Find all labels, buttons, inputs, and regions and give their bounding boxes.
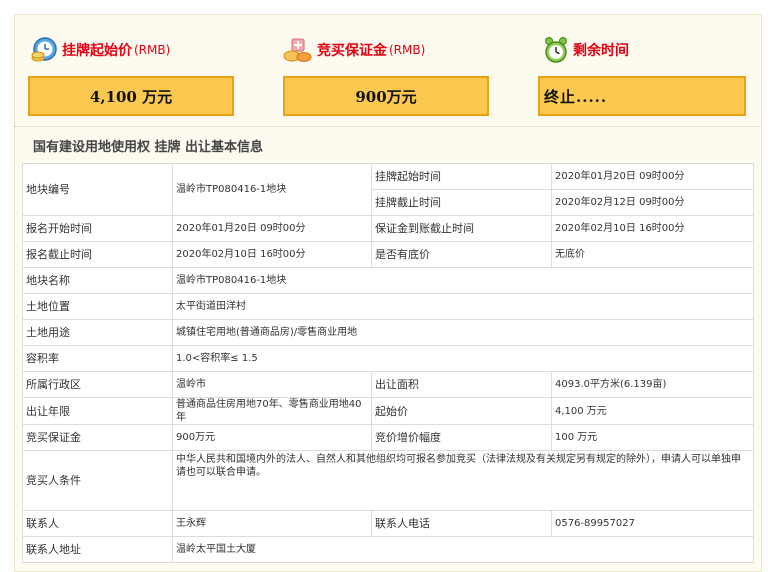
plot-name-label: 地块名称 [22,267,173,294]
money-clock-icon [31,37,57,62]
far-value: 1.0<容积率≤ 1.5 [172,345,754,372]
increment-label: 竞价增价幅度 [371,424,552,451]
table-row: 容积率 1.0<容积率≤ 1.5 [22,345,754,372]
usage-value: 城镇住宅用地(普通商品房)/零售商业用地 [172,319,754,346]
listing-end-label: 挂牌截止时间 [371,189,552,216]
deposit-label: 竞买保证金 [317,43,387,59]
table-row: 联系人 王永辉 联系人电话 0576-89957027 [22,510,754,537]
signup-end-label: 报名截止时间 [22,241,173,268]
info-table: 地块编号 温岭市TP080416-1地块 挂牌起始时间 2020年01月20日 … [22,163,754,563]
section-title: 国有建设用地使用权 挂牌 出让基本信息 [33,140,264,155]
deposit-header: 竞买保证金 (RMB) [283,36,425,64]
deposit-box: 900万元 [283,76,489,116]
contact-value: 王永辉 [172,510,372,537]
term-label: 出让年限 [22,397,173,425]
address-value: 温岭太平国土大厦 [172,536,754,563]
location-value: 太平街道田洋村 [172,293,754,320]
far-label: 容积率 [22,345,173,372]
area-value: 4093.0平方米(6.139亩) [551,371,754,398]
remaining-time-label: 剩余时间 [573,43,629,59]
deposit-row-value: 900万元 [172,424,372,451]
plot-name-value: 温岭市TP080416-1地块 [172,267,754,294]
table-row: 土地用途 城镇住宅用地(普通商品房)/零售商业用地 [22,319,754,346]
address-label: 联系人地址 [22,536,173,563]
condition-value: 中华人民共和国境内外的法人、自然人和其他组织均可报名参加竞买（法律法规及有关规定… [172,450,754,511]
alarm-clock-icon [545,37,567,63]
start-price-value: 4,100 万元 [89,87,173,106]
phone-value: 0576-89957027 [551,510,754,537]
reserve-label: 是否有底价 [371,241,552,268]
start-price-header: 挂牌起始价 (RMB) [30,36,170,64]
deposit-value: 900万元 [355,87,417,106]
table-row: 地块名称 温岭市TP080416-1地块 [22,267,754,294]
deposit-unit: (RMB) [389,43,426,57]
deposit-deadline-label: 保证金到账截止时间 [371,215,552,242]
district-value: 温岭市 [172,371,372,398]
start-price-unit: (RMB) [134,43,171,57]
location-label: 土地位置 [22,293,173,320]
table-row: 所属行政区 温岭市 出让面积 4093.0平方米(6.139亩) [22,371,754,398]
area-label: 出让面积 [371,371,552,398]
table-row: 竞买人条件 中华人民共和国境内外的法人、自然人和其他组织均可报名参加竞买（法律法… [22,450,754,511]
contact-label: 联系人 [22,510,173,537]
table-row: 报名开始时间 2020年01月20日 09时00分 保证金到账截止时间 2020… [22,215,754,242]
increment-value: 100 万元 [551,424,754,451]
listing-start-label: 挂牌起始时间 [371,163,552,190]
start-price-box: 4,100 万元 [28,76,234,116]
table-row: 地块编号 温岭市TP080416-1地块 挂牌起始时间 2020年01月20日 … [22,163,754,216]
start-price-label: 挂牌起始价 [62,43,132,59]
table-row: 土地位置 太平街道田洋村 [22,293,754,320]
divider [14,126,762,127]
deposit-row-label: 竞买保证金 [22,424,173,451]
phone-label: 联系人电话 [371,510,552,537]
plot-no-value: 温岭市TP080416-1地块 [172,163,372,216]
signup-end-value: 2020年02月10日 16时00分 [172,241,372,268]
start-price-row-label: 起始价 [371,397,552,425]
table-row: 报名截止时间 2020年02月10日 16时00分 是否有底价 无底价 [22,241,754,268]
remaining-time-header: 剩余时间 [543,36,629,64]
usage-label: 土地用途 [22,319,173,346]
reserve-value: 无底价 [551,241,754,268]
listing-start-value: 2020年01月20日 09时00分 [551,163,754,190]
signup-start-label: 报名开始时间 [22,215,173,242]
signup-start-value: 2020年01月20日 09时00分 [172,215,372,242]
condition-label: 竞买人条件 [22,450,173,511]
table-row: 联系人地址 温岭太平国土大厦 [22,536,754,563]
listing-end-value: 2020年02月12日 09时00分 [551,189,754,216]
remaining-time-value: 终止..... [544,87,608,106]
deposit-pills-icon [283,38,312,62]
term-value: 普通商品住房用地70年、零售商业用地40年 [172,397,372,425]
table-row: 竞买保证金 900万元 竞价增价幅度 100 万元 [22,424,754,451]
deposit-deadline-value: 2020年02月10日 16时00分 [551,215,754,242]
start-price-row-value: 4,100 万元 [551,397,754,425]
remaining-time-box: 终止..... [538,76,746,116]
district-label: 所属行政区 [22,371,173,398]
table-row: 出让年限 普通商品住房用地70年、零售商业用地40年 起始价 4,100 万元 [22,397,754,425]
plot-no-label: 地块编号 [22,163,173,216]
